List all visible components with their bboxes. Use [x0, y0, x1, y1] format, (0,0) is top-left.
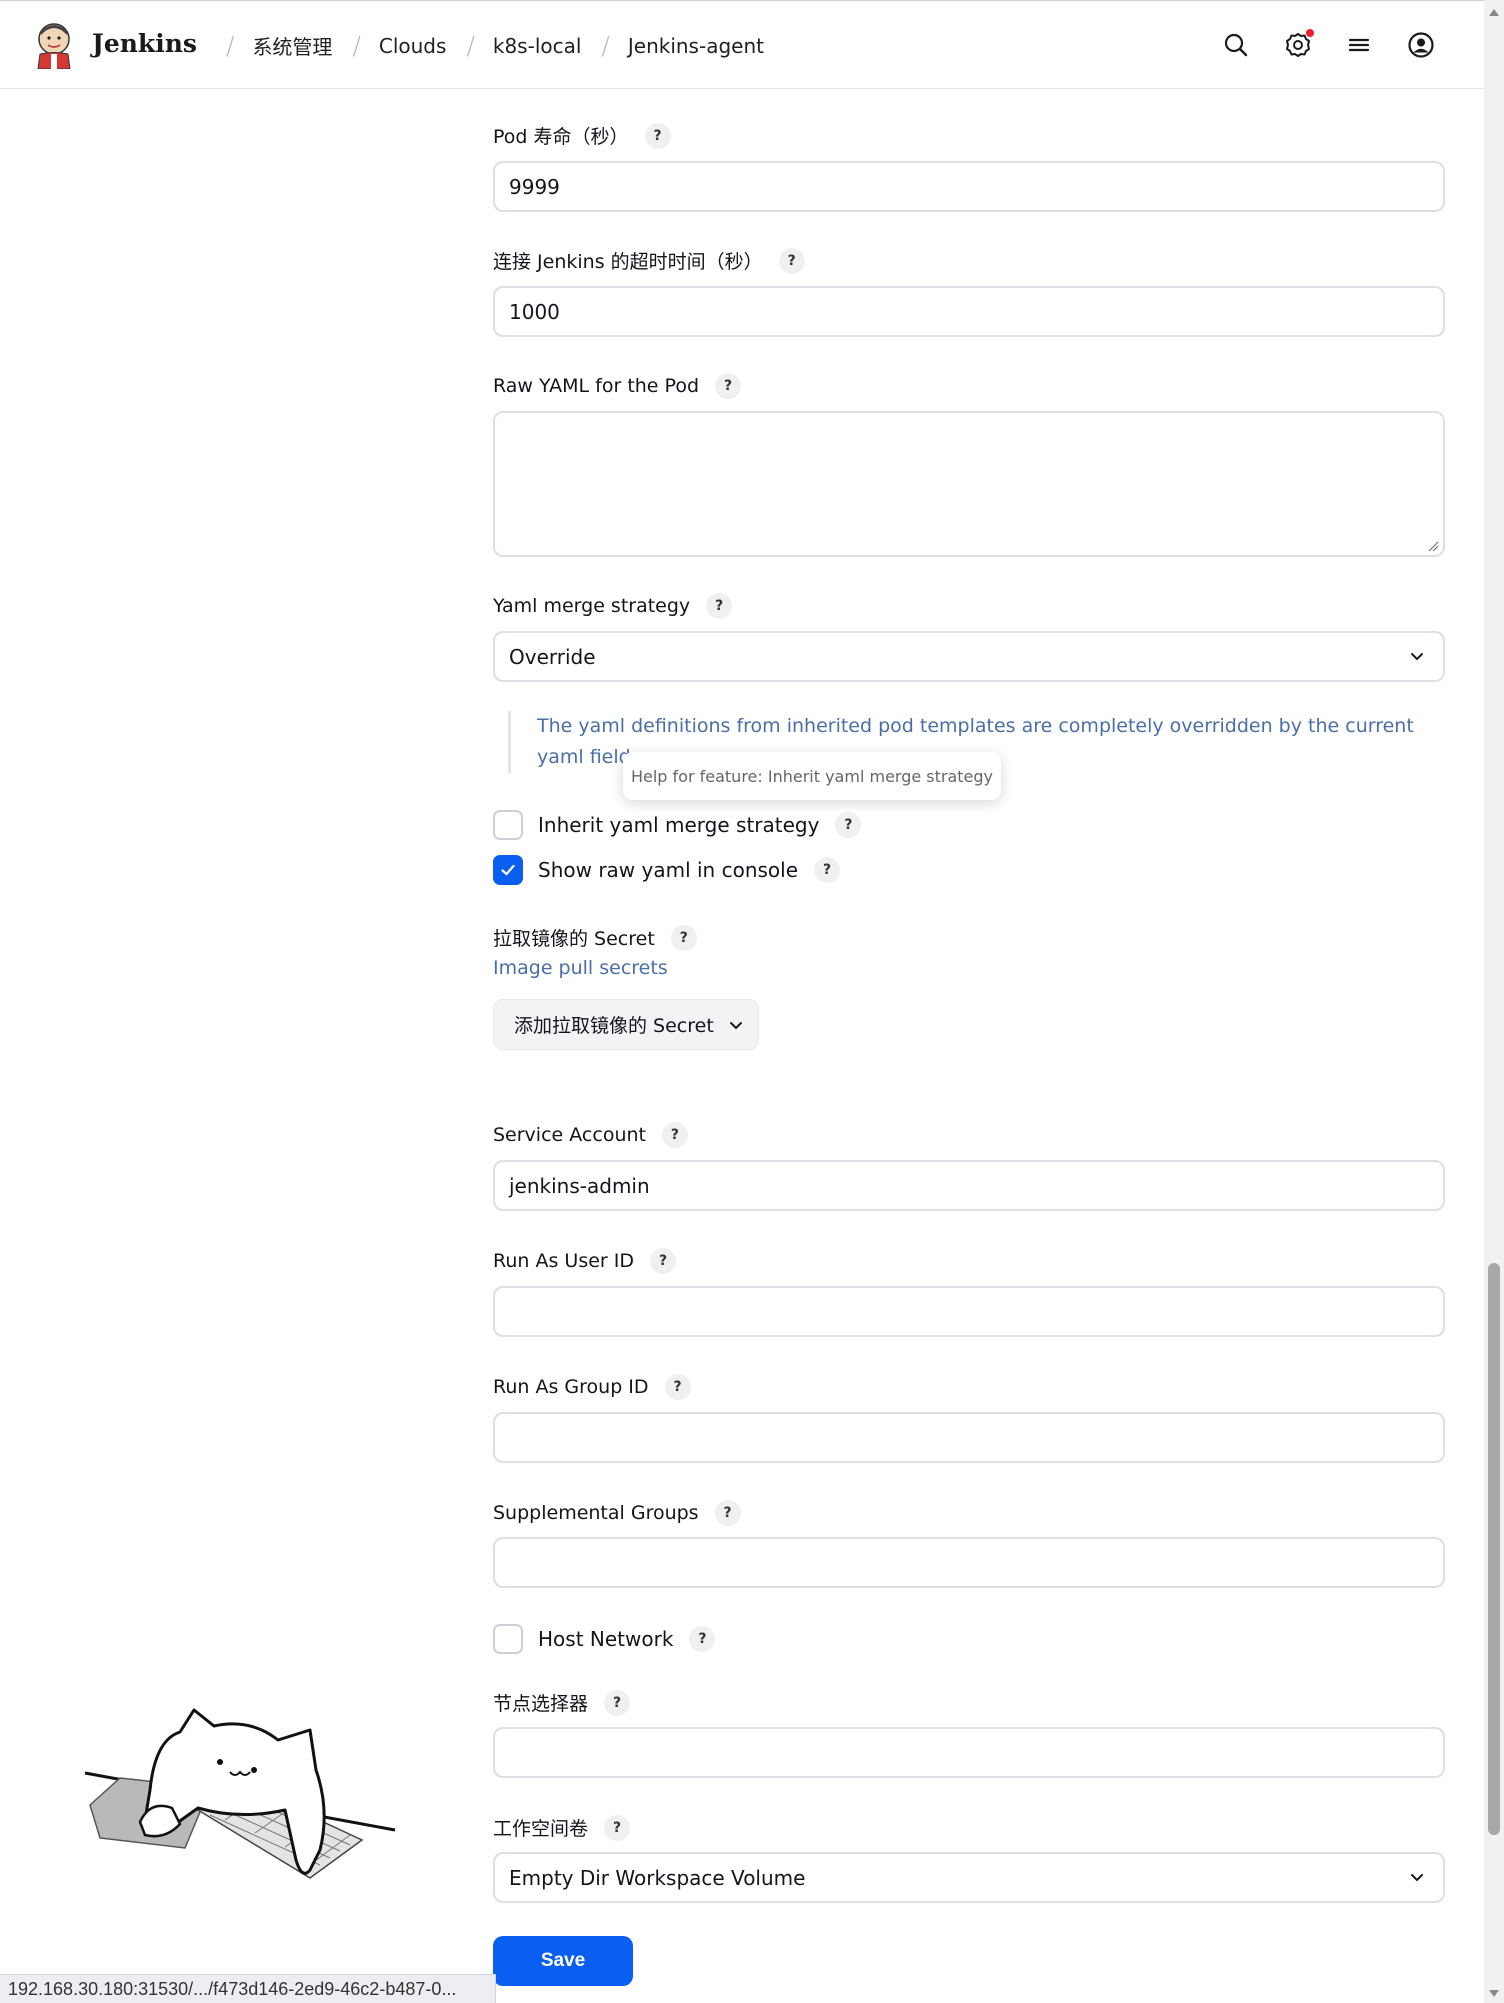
- run-as-group-label: Run As Group ID ?: [493, 1374, 691, 1400]
- user-icon: [1408, 32, 1434, 58]
- inherit-yaml-checkbox-row[interactable]: Inherit yaml merge strategy ?: [493, 810, 862, 840]
- cat-typing-illustration: [84, 1708, 396, 1879]
- scrollbar-thumb[interactable]: [1488, 1263, 1500, 1835]
- host-network-checkbox-row[interactable]: Host Network ?: [493, 1624, 716, 1654]
- chevron-down-icon: [729, 1021, 742, 1029]
- vertical-scrollbar[interactable]: [1484, 0, 1504, 2003]
- settings-button[interactable]: [1280, 27, 1316, 63]
- connect-timeout-label: 连接 Jenkins 的超时时间（秒） ?: [493, 247, 805, 274]
- scroll-up-arrow-icon[interactable]: [1488, 6, 1500, 18]
- help-icon[interactable]: ?: [644, 122, 671, 149]
- run-as-group-input[interactable]: [493, 1412, 1445, 1463]
- help-icon[interactable]: ?: [706, 593, 733, 619]
- checkmark-icon: [501, 864, 515, 876]
- browser-status-url: 192.168.30.180:31530/.../f473d146-2ed9-4…: [0, 1974, 496, 2003]
- breadcrumb-item-jenkins-agent[interactable]: Jenkins-agent: [628, 34, 764, 58]
- yaml-merge-label: Yaml merge strategy ?: [493, 593, 733, 619]
- pod-lifetime-value: 9999: [509, 174, 560, 199]
- help-tooltip: Help for feature: Inherit yaml merge str…: [623, 752, 1001, 800]
- search-button[interactable]: [1218, 27, 1254, 63]
- menu-button[interactable]: [1341, 27, 1377, 63]
- page: Jenkins / 系统管理 / Clouds / k8s-local / Je…: [0, 0, 1484, 2003]
- breadcrumb-item-k8s-local[interactable]: k8s-local: [493, 34, 582, 58]
- workspace-volume-select[interactable]: Empty Dir Workspace Volume: [493, 1852, 1445, 1903]
- yaml-merge-select[interactable]: Override: [493, 631, 1445, 682]
- help-icon[interactable]: ?: [661, 1122, 688, 1148]
- brand-name[interactable]: Jenkins: [92, 29, 197, 58]
- run-as-user-label: Run As User ID ?: [493, 1248, 676, 1274]
- show-raw-yaml-checkbox-row[interactable]: Show raw yaml in console ?: [493, 855, 841, 885]
- save-button[interactable]: Save: [493, 1936, 633, 1986]
- node-selector-input[interactable]: [493, 1727, 1445, 1778]
- help-icon[interactable]: ?: [689, 1626, 716, 1652]
- supplemental-groups-label: Supplemental Groups ?: [493, 1500, 741, 1526]
- search-icon: [1224, 33, 1248, 57]
- yaml-merge-selected: Override: [509, 644, 596, 669]
- help-icon[interactable]: ?: [835, 812, 862, 838]
- help-icon[interactable]: ?: [650, 1248, 676, 1274]
- menu-icon: [1348, 38, 1370, 52]
- user-button[interactable]: [1403, 27, 1439, 63]
- pod-lifetime-label: Pod 寿命（秒） ?: [493, 122, 671, 149]
- help-icon[interactable]: ?: [604, 1814, 631, 1841]
- node-selector-label-text: 节点选择器: [493, 1693, 589, 1715]
- image-pull-label-text: 拉取镜像的 Secret: [493, 928, 655, 950]
- raw-yaml-label-text: Raw YAML for the Pod: [493, 375, 700, 397]
- breadcrumb: / 系统管理 / Clouds / k8s-local / Jenkins-ag…: [206, 1, 764, 90]
- host-network-checkbox[interactable]: [493, 1624, 523, 1654]
- chevron-down-icon: [1411, 653, 1423, 660]
- breadcrumb-item-clouds[interactable]: Clouds: [379, 34, 447, 58]
- add-image-pull-secret-button[interactable]: 添加拉取镜像的 Secret: [493, 999, 759, 1050]
- host-network-label: Host Network: [538, 1627, 674, 1651]
- chevron-down-icon: [1411, 1874, 1423, 1881]
- resize-grip-icon[interactable]: [1427, 540, 1439, 552]
- breadcrumb-separator: /: [352, 31, 361, 60]
- yaml-merge-label-text: Yaml merge strategy: [493, 595, 691, 617]
- service-account-value: jenkins-admin: [509, 1173, 650, 1198]
- breadcrumb-item-system-admin[interactable]: 系统管理: [252, 31, 332, 60]
- help-icon[interactable]: ?: [714, 1500, 741, 1526]
- inherit-yaml-label: Inherit yaml merge strategy: [538, 813, 820, 837]
- help-icon[interactable]: ?: [814, 857, 841, 883]
- top-nav: Jenkins / 系统管理 / Clouds / k8s-local / Je…: [0, 0, 1484, 89]
- run-as-group-label-text: Run As Group ID: [493, 1376, 649, 1398]
- image-pull-description: Image pull secrets: [493, 957, 668, 979]
- show-raw-yaml-checkbox[interactable]: [493, 855, 523, 885]
- breadcrumb-separator: /: [601, 31, 610, 60]
- pod-lifetime-label-text: Pod 寿命（秒）: [493, 126, 629, 148]
- inherit-yaml-checkbox[interactable]: [493, 810, 523, 840]
- raw-yaml-label: Raw YAML for the Pod ?: [493, 373, 742, 399]
- add-image-pull-secret-label: 添加拉取镜像的 Secret: [514, 1015, 714, 1037]
- workspace-volume-selected: Empty Dir Workspace Volume: [509, 1865, 806, 1890]
- raw-yaml-textarea[interactable]: [493, 411, 1445, 557]
- workspace-volume-label-text: 工作空间卷: [493, 1818, 589, 1840]
- service-account-input[interactable]: jenkins-admin: [493, 1160, 1445, 1211]
- scroll-down-arrow-icon[interactable]: [1488, 1988, 1500, 2000]
- connect-timeout-input[interactable]: 1000: [493, 286, 1445, 337]
- help-icon[interactable]: ?: [670, 924, 697, 951]
- help-icon[interactable]: ?: [664, 1374, 691, 1400]
- show-raw-yaml-label: Show raw yaml in console: [538, 858, 799, 882]
- node-selector-label: 节点选择器 ?: [493, 1689, 631, 1716]
- run-as-user-input[interactable]: [493, 1286, 1445, 1337]
- service-account-label: Service Account ?: [493, 1122, 688, 1148]
- supplemental-groups-label-text: Supplemental Groups: [493, 1502, 699, 1524]
- breadcrumb-separator: /: [466, 31, 475, 60]
- image-pull-label: 拉取镜像的 Secret ?: [493, 924, 697, 951]
- run-as-user-label-text: Run As User ID: [493, 1250, 634, 1272]
- breadcrumb-separator: /: [226, 31, 235, 60]
- notification-dot: [1306, 29, 1314, 37]
- help-icon[interactable]: ?: [604, 1689, 631, 1716]
- connect-timeout-value: 1000: [509, 299, 560, 324]
- jenkins-logo-icon[interactable]: [34, 21, 74, 69]
- supplemental-groups-input[interactable]: [493, 1537, 1445, 1588]
- service-account-label-text: Service Account: [493, 1124, 646, 1146]
- pod-lifetime-input[interactable]: 9999: [493, 161, 1445, 212]
- connect-timeout-label-text: 连接 Jenkins 的超时时间（秒）: [493, 251, 763, 273]
- workspace-volume-label: 工作空间卷 ?: [493, 1814, 631, 1841]
- help-icon[interactable]: ?: [778, 247, 805, 274]
- help-icon[interactable]: ?: [715, 373, 742, 399]
